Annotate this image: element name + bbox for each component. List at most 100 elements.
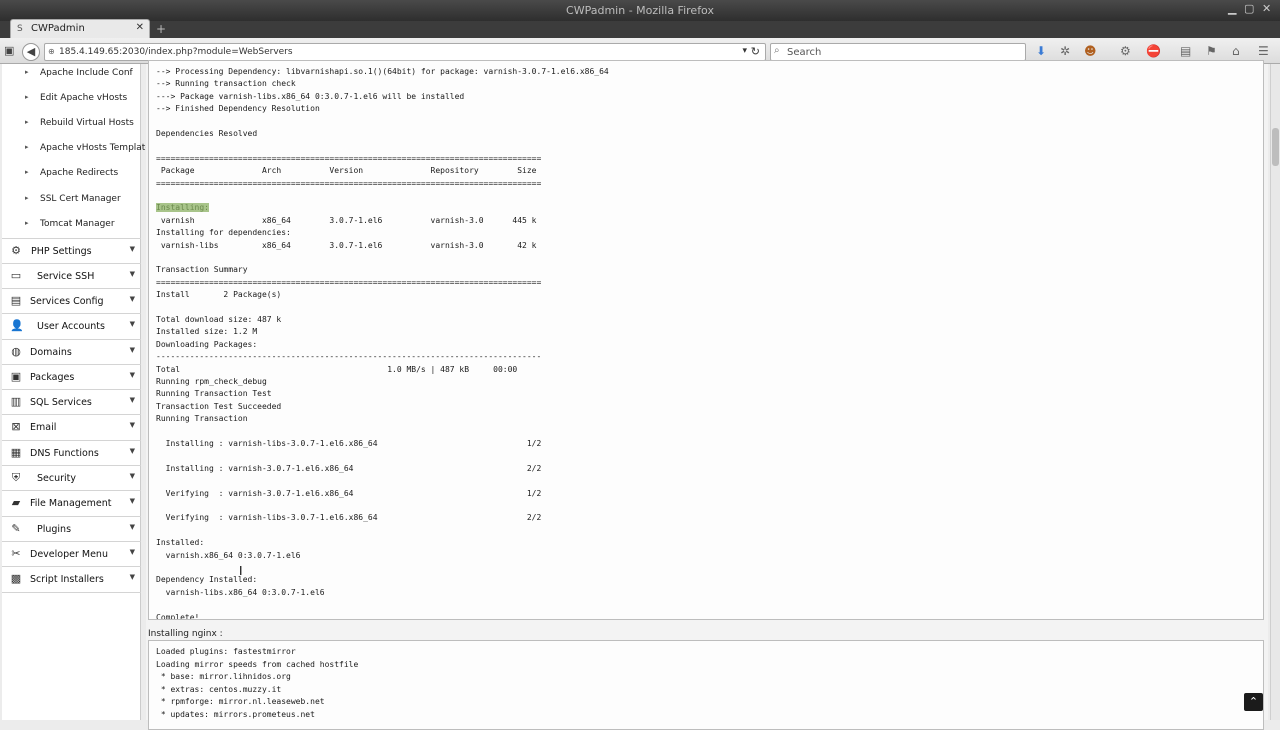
terminal-line: Running Transaction Test: [156, 389, 272, 399]
chevron-right-icon: ▸: [25, 168, 29, 176]
site-identity-icon[interactable]: ⊕: [48, 47, 55, 56]
close-tab-icon[interactable]: ✕: [136, 22, 144, 33]
sidebar-item-file-management[interactable]: ▰ File Management ▼: [2, 490, 141, 515]
wrench-icon: ✂: [11, 547, 21, 560]
maximize-icon[interactable]: ▢: [1244, 2, 1254, 15]
sidebar-subitem-ssl-cert-manager[interactable]: ▸ SSL Cert Manager: [2, 187, 141, 212]
terminal-line: ---> Package varnish-libs.x86_64 0:3.0.7…: [156, 91, 465, 101]
terminal-line: Installing : varnish-libs-3.0.7-1.el6.x8…: [156, 439, 542, 448]
menu-icon[interactable]: ☰: [1258, 44, 1269, 58]
monitor-icon: ▭: [10, 269, 22, 282]
chevron-right-icon: ▸: [25, 143, 29, 151]
installing-nginx-label: Installing nginx :: [148, 629, 223, 639]
sidebar-subitem-apache-include-conf[interactable]: ▸ Apache Include Conf: [2, 61, 141, 86]
terminal-line: Total 1.0 MB/s | 487 kB 00:00: [156, 364, 518, 374]
chevron-down-icon: ▼: [129, 346, 135, 354]
chevron-down-icon: ▼: [129, 548, 135, 556]
terminal-line: * base: mirror.lihnidos.org: [156, 672, 291, 681]
envelope-icon: ⊠: [11, 420, 21, 433]
back-button[interactable]: ◀: [22, 43, 40, 61]
scroll-to-top-button[interactable]: ⌃: [1244, 693, 1263, 711]
sidebar-item-services-config[interactable]: ▤ Services Config ▼: [2, 288, 141, 313]
new-tab-button[interactable]: +: [156, 22, 166, 36]
sidebar-subitem-edit-apache-vhosts[interactable]: ▸ Edit Apache vHosts: [2, 86, 141, 111]
sidebar-item-plugins[interactable]: ✎ Plugins ▼: [2, 516, 141, 541]
minimize-icon[interactable]: ▁: [1228, 2, 1236, 15]
terminal-line: --> Finished Dependency Resolution: [156, 104, 320, 114]
sidebar: ▸ Apache Include Conf ▸ Edit Apache vHosts…: [2, 61, 151, 720]
url-bar[interactable]: ⊕ 185.4.149.65:2030/index.php?module=Web…: [44, 43, 766, 61]
gear-icon: ⚙: [11, 244, 21, 257]
terminal-line: Downloading Packages:: [156, 339, 258, 349]
text-cursor-icon: I: [239, 564, 243, 578]
sidebar-divider: [2, 592, 141, 593]
sidebar-item-user-accounts[interactable]: 👤 User Accounts ▼: [2, 313, 141, 338]
sidebar-item-packages[interactable]: ▣ Packages ▼: [2, 364, 141, 389]
search-icon: ⌕: [774, 45, 780, 56]
terminal-line: Verifying : varnish-3.0.7-1.el6.x86_64 1…: [156, 488, 542, 498]
close-window-icon[interactable]: ✕: [1262, 2, 1271, 15]
terminal-line: Install 2 Package(s): [156, 290, 282, 300]
sidebar-item-dns-functions[interactable]: ▦ DNS Functions ▼: [2, 440, 141, 465]
terminal-line: Loading mirror speeds from cached hostfi…: [156, 659, 359, 669]
chevron-down-icon: ▼: [129, 421, 135, 429]
terminal-line: varnish.x86_64 0:3.0.7-1.el6: [156, 550, 301, 560]
chevron-down-icon: ▼: [129, 396, 135, 404]
terminal-line: Installed size: 1.2 M: [156, 327, 258, 337]
sidebar-item-security[interactable]: ⛨ Security ▼: [2, 465, 141, 490]
sidebar-subitem-rebuild-virtual-hosts[interactable]: ▸ Rebuild Virtual Hosts: [2, 111, 141, 136]
tab-cwpadmin[interactable]: S CWPadmin ✕: [10, 19, 150, 38]
url-dropdown-icon[interactable]: ▾: [742, 46, 747, 56]
terminal-line: Package Arch Version Repository Size: [156, 166, 537, 176]
terminal-output-varnish: --> Processing Dependency: libvarnishapi…: [148, 60, 1264, 620]
addon-gear-icon[interactable]: ✲: [1060, 44, 1070, 58]
download-icon[interactable]: ⬇: [1036, 44, 1046, 58]
sidebar-item-php-settings[interactable]: ⚙ PHP Settings ▼: [2, 238, 141, 263]
sidebar-item-email[interactable]: ⊠ Email ▼: [2, 414, 141, 439]
chevron-right-icon: ▸: [25, 194, 29, 202]
chevron-right-icon: ▸: [25, 93, 29, 101]
screenshot-icon[interactable]: ▤: [1180, 44, 1191, 58]
search-input[interactable]: ⌕ Search: [770, 43, 1026, 61]
tab-label: CWPadmin: [31, 23, 85, 34]
sidebar-item-developer-menu[interactable]: ✂ Developer Menu ▼: [2, 541, 141, 566]
sidebar-item-service-ssh[interactable]: ▭ Service SSH ▼: [2, 263, 141, 288]
sidebar-item-domains[interactable]: ◍ Domains ▼: [2, 339, 141, 364]
selected-text: Installing:: [156, 203, 209, 213]
reload-icon[interactable]: ↻: [751, 45, 760, 58]
globe-icon: ◍: [11, 345, 21, 358]
terminal-line: --> Processing Dependency: libvarnishapi…: [156, 67, 609, 76]
box-icon: ▣: [10, 370, 22, 383]
page-info-icon[interactable]: ▣: [4, 44, 14, 57]
chevron-down-icon: ▼: [129, 497, 135, 505]
sidebar-subitem-apache-redirects[interactable]: ▸ Apache Redirects: [2, 161, 141, 186]
terminal-line: Verifying : varnish-libs-3.0.7-1.el6.x86…: [156, 513, 542, 523]
scrollbar-thumb[interactable]: [1272, 128, 1279, 166]
terminal-line: ========================================…: [156, 277, 542, 287]
terminal-line: Running Transaction: [156, 414, 248, 424]
chevron-down-icon: ▼: [129, 447, 135, 455]
window-titlebar: CWPadmin - Mozilla Firefox ▁ ▢ ✕: [0, 0, 1280, 21]
home-icon[interactable]: ⌂: [1232, 44, 1240, 58]
toolbar-icon[interactable]: ⚙: [1120, 44, 1131, 58]
addon-icon[interactable]: ☻: [1084, 44, 1097, 58]
bookmarks-icon[interactable]: ⚑: [1206, 44, 1217, 58]
main-content: --> Processing Dependency: libvarnishapi…: [146, 60, 1268, 730]
chevron-down-icon: ▼: [129, 320, 135, 328]
database-icon: ▥: [10, 395, 22, 408]
terminal-line-highlighted: Installing:: [156, 203, 209, 213]
sidebar-subitem-apache-vhosts-template[interactable]: ▸ Apache vHosts Template: [2, 136, 151, 161]
adblock-icon[interactable]: ⛔: [1146, 44, 1161, 58]
server-icon: ▤: [10, 294, 22, 307]
terminal-line: Total download size: 487 k: [156, 315, 282, 324]
terminal-line: ========================================…: [156, 153, 542, 163]
sidebar-item-script-installers[interactable]: ▩ Script Installers ▼: [2, 566, 141, 591]
shield-icon: ⛨: [11, 471, 21, 484]
terminal-line: Loaded plugins: fastestmirror: [156, 647, 296, 656]
terminal-line: * rpmforge: mirror.nl.leaseweb.net: [156, 697, 325, 706]
folder-icon: ▰: [11, 496, 21, 509]
sidebar-item-sql-services[interactable]: ▥ SQL Services ▼: [2, 389, 141, 414]
sidebar-subitem-tomcat-manager[interactable]: ▸ Tomcat Manager: [2, 212, 141, 237]
terminal-line: varnish x86_64 3.0.7-1.el6 varnish-3.0 4…: [156, 215, 537, 225]
page-scrollbar[interactable]: [1270, 64, 1280, 720]
